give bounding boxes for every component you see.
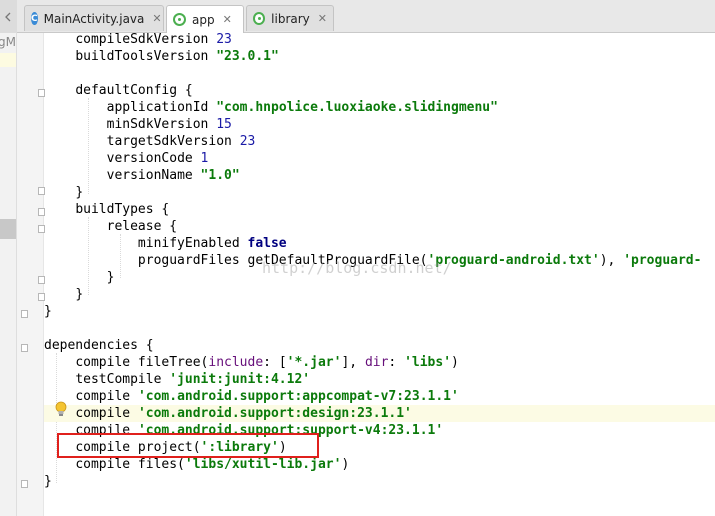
lightbulb-icon[interactable] <box>55 401 67 417</box>
code-line: targetSdkVersion 23 <box>106 134 256 149</box>
code-line: dependencies { <box>44 338 154 353</box>
project-panel-edge: gM <box>0 33 17 516</box>
code-line: } <box>44 304 52 319</box>
panel-selection[interactable] <box>0 219 16 239</box>
code-line: versionCode 1 <box>106 151 209 166</box>
code-line: compile fileTree(include: ['*.jar'], dir… <box>75 355 459 370</box>
close-tab-icon[interactable]: ✕ <box>223 13 232 26</box>
code-line: } <box>75 287 84 302</box>
editor-gutter[interactable] <box>17 33 45 516</box>
tab-label: app <box>192 12 215 27</box>
highlight-annotation-box <box>57 433 319 458</box>
tab-label: MainActivity.java <box>43 11 145 26</box>
code-line: versionName "1.0" <box>106 168 240 183</box>
gradle-module-icon <box>173 13 186 26</box>
tab-label: library <box>271 11 310 26</box>
code-line: release { <box>106 219 178 234</box>
fold-marker-icon[interactable] <box>21 480 28 488</box>
watermark: http://blog.csdn.net/ <box>262 259 452 277</box>
code-line: defaultConfig { <box>75 83 193 98</box>
code-line: buildTypes { <box>75 202 170 217</box>
close-tab-icon[interactable]: ✕ <box>318 12 327 25</box>
code-line: compile 'com.android.support:appcompat-v… <box>75 389 459 404</box>
code-line: buildToolsVersion "23.0.1" <box>75 49 279 64</box>
fold-marker-icon[interactable] <box>21 310 28 318</box>
fold-marker-icon[interactable] <box>21 344 28 352</box>
tab-scroll-left-icon[interactable] <box>0 0 17 33</box>
code-line: compile files('libs/xutil-lib.jar') <box>75 457 350 472</box>
java-class-icon: C <box>31 12 38 25</box>
close-tab-icon[interactable]: ✕ <box>152 12 161 25</box>
code-line-current: compile 'com.android.support:design:23.1… <box>44 405 715 422</box>
panel-cropped-text: gM <box>0 35 16 49</box>
tab-app[interactable]: app ✕ <box>166 5 244 33</box>
code-line: minSdkVersion 15 <box>106 117 232 132</box>
code-line: } <box>75 185 84 200</box>
code-line: minifyEnabled false <box>137 236 287 251</box>
code-line: applicationId "com.hnpolice.luoxiaoke.sl… <box>106 100 498 115</box>
editor-tab-bar: C MainActivity.java ✕ app ✕ library ✕ <box>0 0 715 33</box>
panel-highlight <box>0 53 16 67</box>
tab-mainactivity[interactable]: C MainActivity.java ✕ <box>24 5 164 31</box>
code-line: } <box>44 474 52 489</box>
gradle-module-icon <box>253 12 266 25</box>
code-line: compileSdkVersion 23 <box>75 32 232 47</box>
tab-library[interactable]: library ✕ <box>246 5 334 31</box>
code-line: testCompile 'junit:junit:4.12' <box>75 372 311 387</box>
